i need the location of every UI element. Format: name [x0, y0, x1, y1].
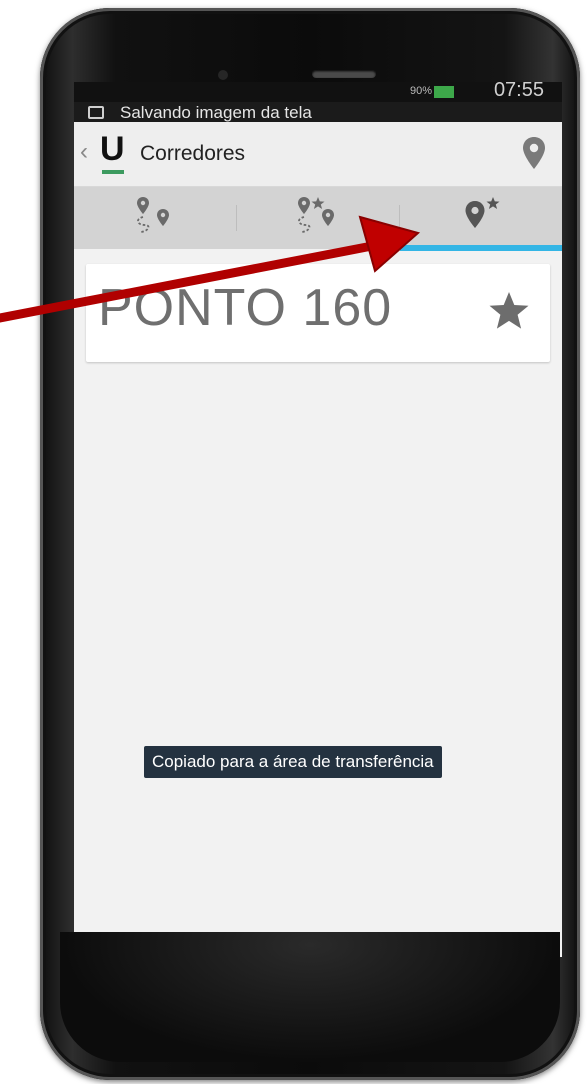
phone-screen: 90% 07:55 Salvando imagem da tela ‹ U Co…: [74, 82, 562, 957]
star-icon[interactable]: [488, 290, 530, 332]
action-bar: ‹ U Corredores: [74, 122, 562, 187]
selected-tab-indicator: [400, 245, 562, 251]
stop-name: PONTO 160: [98, 279, 393, 337]
route-icon: [137, 197, 169, 233]
battery-icon: [434, 86, 454, 98]
logo-underline: [102, 170, 124, 174]
tab-favorite-stops[interactable]: [400, 187, 562, 249]
favorite-stop-icon: [465, 197, 500, 228]
status-time: 07:55: [493, 82, 544, 101]
status-bar: 90% 07:55: [74, 82, 562, 102]
front-camera: [218, 70, 228, 80]
tab-bar: [74, 187, 562, 251]
toast-message: Copiado para a área de transferência: [144, 746, 442, 778]
tab-routes[interactable]: [74, 187, 236, 249]
earpiece-speaker: [312, 70, 376, 78]
app-logo[interactable]: U: [100, 130, 128, 174]
notification-bar[interactable]: Salvando imagem da tela: [74, 102, 562, 122]
tab-favorite-routes[interactable]: [237, 187, 399, 249]
battery-percent: 90%: [409, 85, 432, 97]
favorite-stop-card[interactable]: PONTO 160: [86, 264, 550, 362]
notification-text: Salvando imagem da tela: [120, 103, 312, 122]
logo-letter: U: [100, 130, 125, 168]
image-icon: [88, 106, 104, 119]
favorite-route-icon: [298, 197, 334, 233]
phone-frame: 90% 07:55 Salvando imagem da tela ‹ U Co…: [40, 8, 580, 1080]
page-title: Corredores: [140, 142, 246, 165]
map-pin-icon[interactable]: [522, 136, 546, 170]
chevron-left-icon[interactable]: ‹: [80, 138, 88, 166]
